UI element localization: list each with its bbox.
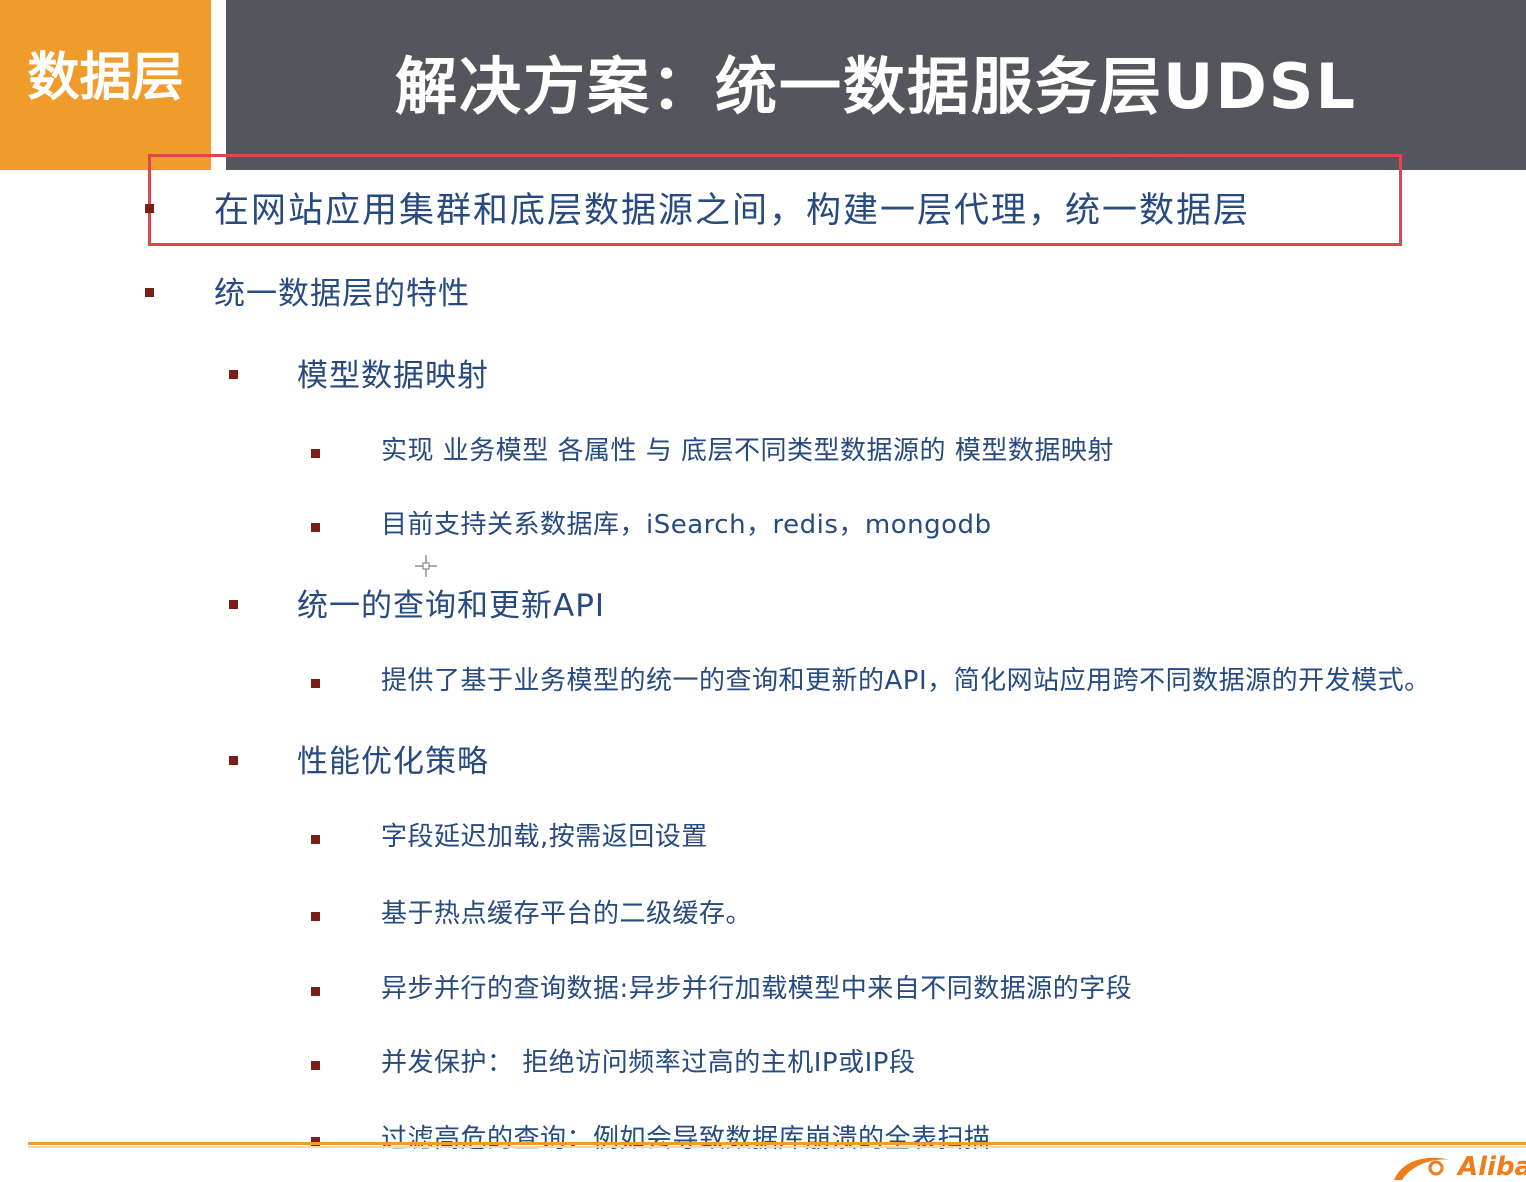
bullet-icon	[311, 987, 320, 996]
footer-divider-shadow	[28, 1146, 1526, 1148]
bullet-icon	[229, 600, 238, 609]
bullet-icon	[229, 370, 238, 379]
bullet-icon	[311, 449, 320, 458]
bullet-icon	[311, 835, 320, 844]
alibaba-logo: Aliba	[1388, 1150, 1526, 1182]
list-item-level3: 过滤高危的查询：例如会导致数据库崩溃的全表扫描	[381, 1124, 991, 1154]
bullet-icon	[145, 204, 154, 213]
footer-divider	[28, 1142, 1526, 1145]
bullet-icon	[311, 523, 320, 532]
list-item-level2: 模型数据映射	[297, 358, 489, 394]
crosshair-cursor-icon	[415, 555, 437, 577]
section-tab: 数据层	[0, 0, 211, 170]
list-item-level3: 实现 业务模型 各属性 与 底层不同类型数据源的 模型数据映射	[381, 436, 1114, 466]
bullet-icon	[311, 912, 320, 921]
list-item-level3: 异步并行的查询数据:异步并行加载模型中来自不同数据源的字段	[381, 974, 1133, 1004]
bullet-icon	[311, 679, 320, 688]
logo-text: Aliba	[1458, 1152, 1526, 1182]
list-item-level3: 目前支持关系数据库，iSearch，redis，mongodb	[381, 510, 992, 540]
slide-title: 解决方案：统一数据服务层UDSL	[226, 0, 1526, 170]
list-item-level1: 统一数据层的特性	[214, 276, 470, 312]
list-item-level3: 提供了基于业务模型的统一的查询和更新的API，简化网站应用跨不同数据源的开发模式…	[381, 666, 1431, 696]
bullet-icon	[311, 1061, 320, 1070]
list-item-level2: 性能优化策略	[297, 744, 489, 780]
list-item-level1: 在网站应用集群和底层数据源之间，构建一层代理，统一数据层	[214, 191, 1251, 231]
bullet-icon	[229, 756, 238, 765]
list-item-level3: 并发保护： 拒绝访问频率过高的主机IP或IP段	[381, 1048, 916, 1078]
list-item-level2: 统一的查询和更新API	[297, 588, 606, 624]
bullet-icon	[145, 288, 154, 297]
list-item-level3: 字段延迟加载,按需返回设置	[381, 822, 708, 852]
list-item-level3: 基于热点缓存平台的二级缓存。	[381, 899, 753, 929]
logo-swoosh-icon	[1394, 1157, 1450, 1180]
